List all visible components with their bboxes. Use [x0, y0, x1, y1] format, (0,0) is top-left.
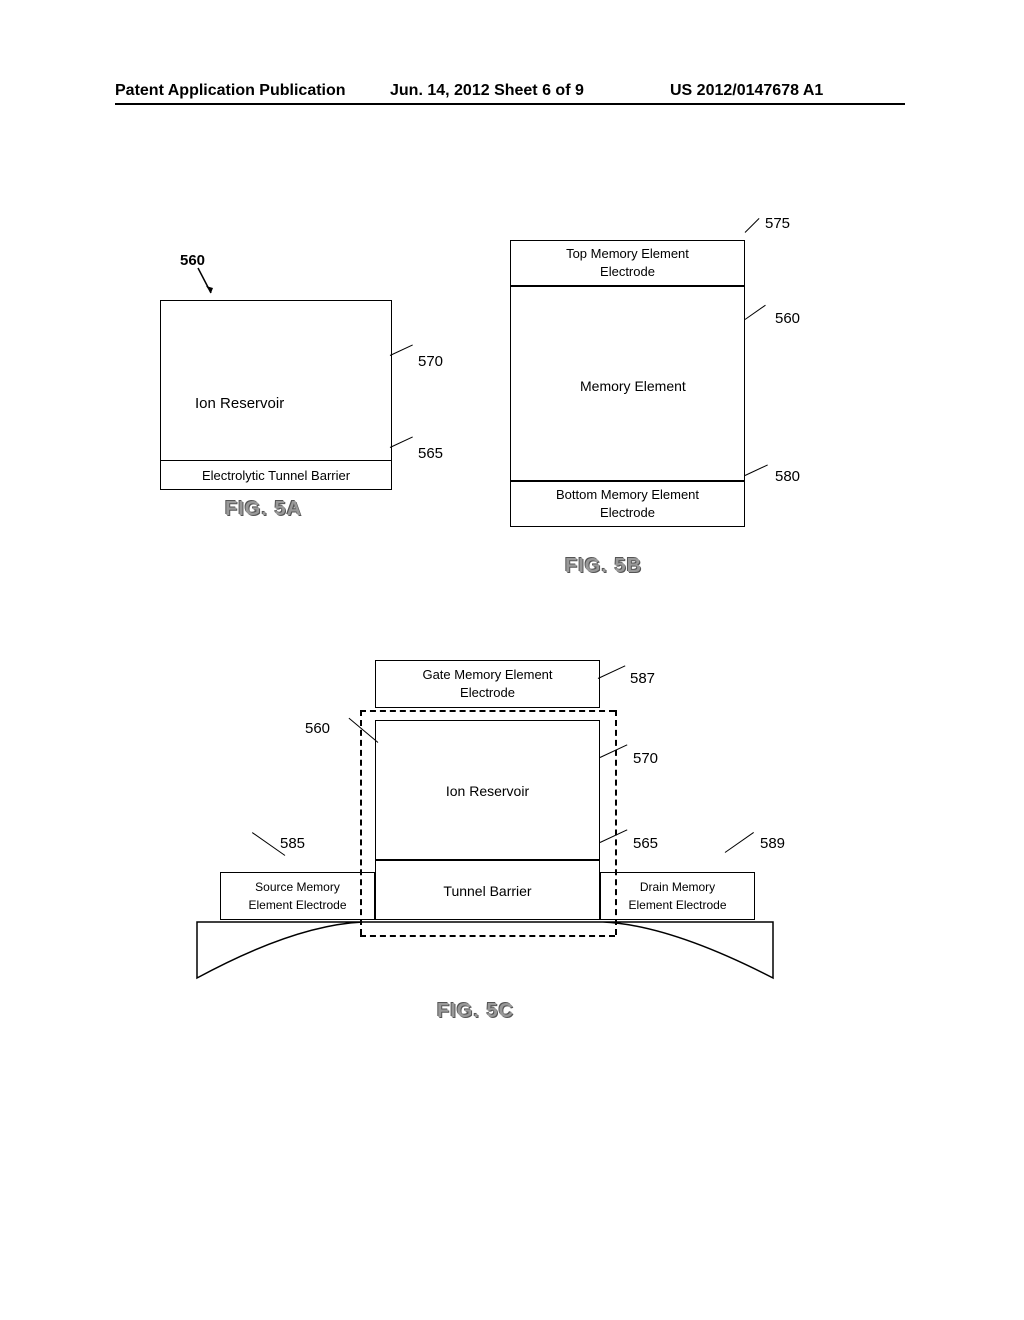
fig5b-bottom-electrode-box: Bottom Memory Element Electrode: [510, 481, 745, 527]
fig5c-leader-587: [598, 665, 626, 679]
fig5c-leader-560: [349, 718, 379, 743]
fig5c-leader-589: [725, 832, 754, 853]
fig5c-source-electrode-box: Source Memory Element Electrode: [220, 872, 375, 920]
fig5a-ref-565: 565: [418, 445, 443, 462]
fig5c-source-line1: Source Memory: [255, 880, 340, 894]
fig5c-leader-570: [600, 744, 628, 758]
fig5b-leader-575: [745, 218, 760, 233]
fig5b-bottom-electrode-line2: Electrode: [600, 505, 655, 520]
fig5c-ref-570: 570: [633, 750, 658, 767]
fig5c-ion-reservoir-box: Ion Reservoir: [375, 720, 600, 860]
header-date-sheet: Jun. 14, 2012 Sheet 6 of 9: [390, 82, 584, 100]
fig5b-top-electrode-line2: Electrode: [600, 264, 655, 279]
fig5c-gate-line1: Gate Memory Element: [422, 667, 552, 682]
header-publication: Patent Application Publication: [115, 82, 346, 100]
fig5c-caption: FIG. 5C: [437, 1000, 514, 1023]
fig5c-ref-587: 587: [630, 670, 655, 687]
fig5c-tunnel-barrier-box: Tunnel Barrier: [375, 860, 600, 920]
fig5a-caption: FIG. 5A: [225, 498, 302, 521]
fig5b-bottom-electrode-line1: Bottom Memory Element: [556, 487, 699, 502]
fig5b-ref-560: 560: [775, 310, 800, 327]
fig5c-drain-line2: Element Electrode: [628, 898, 726, 912]
fig5b-top-electrode-box: Top Memory Element Electrode: [510, 240, 745, 286]
fig5b-top-electrode-line1: Top Memory Element: [566, 246, 689, 261]
fig5c-ref-585: 585: [280, 835, 305, 852]
fig5a-tunnel-barrier-box: Electrolytic Tunnel Barrier: [160, 460, 392, 490]
fig5c-ref-589: 589: [760, 835, 785, 852]
fig5b-ref-575: 575: [765, 215, 790, 232]
fig5c-dashed-top: [360, 710, 615, 712]
fig5b-ref-580: 580: [775, 468, 800, 485]
fig5b-caption: FIG. 5B: [565, 555, 642, 578]
fig5c-drain-line1: Drain Memory: [640, 880, 715, 894]
fig5c-ref-565: 565: [633, 835, 658, 852]
header-divider: [115, 103, 905, 105]
fig5c-ref-560: 560: [305, 720, 330, 737]
fig5b-leader-580: [745, 464, 768, 475]
fig5b-leader-560: [745, 305, 766, 320]
fig5b-memory-element-label: Memory Element: [580, 378, 686, 394]
fig5a-ref-570: 570: [418, 353, 443, 370]
fig5c-source-line2: Element Electrode: [248, 898, 346, 912]
fig5c-drain-electrode-box: Drain Memory Element Electrode: [600, 872, 755, 920]
fig5a-arrow-560-icon: [195, 265, 215, 295]
fig5a-leader-570: [390, 344, 413, 355]
fig5c-substrate-icon: [195, 920, 775, 985]
fig5c-leader-565: [600, 829, 628, 843]
fig5a-leader-565: [390, 436, 413, 447]
header-patent-number: US 2012/0147678 A1: [670, 82, 823, 100]
fig5c-gate-line2: Electrode: [460, 685, 515, 700]
fig5c-gate-electrode-box: Gate Memory Element Electrode: [375, 660, 600, 708]
fig5a-ion-reservoir-label: Ion Reservoir: [195, 395, 284, 412]
